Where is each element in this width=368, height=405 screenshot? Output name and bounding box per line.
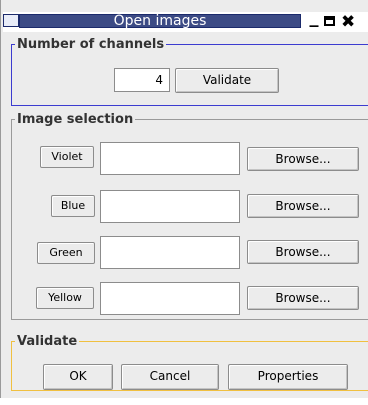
channel-label-yellow: Yellow bbox=[36, 287, 94, 309]
image-path-input-green[interactable] bbox=[100, 236, 240, 269]
image-path-input-yellow[interactable] bbox=[100, 282, 240, 315]
minimize-icon[interactable]: _ bbox=[307, 9, 321, 30]
channel-label-blue: Blue bbox=[51, 195, 95, 217]
browse-button-violet[interactable]: Browse... bbox=[247, 147, 359, 171]
ok-button[interactable]: OK bbox=[43, 364, 113, 390]
title-bar[interactable]: Open images _ ✖ bbox=[3, 9, 368, 32]
open-images-window: Open images _ ✖ Number of channels 4 Val… bbox=[0, 0, 368, 398]
image-selection-legend: Image selection bbox=[15, 112, 136, 128]
properties-button[interactable]: Properties bbox=[228, 364, 348, 390]
channels-count-input[interactable]: 4 bbox=[114, 68, 170, 92]
maximize-icon[interactable] bbox=[323, 12, 337, 30]
validate-legend: Validate bbox=[15, 334, 80, 350]
channels-count-value: 4 bbox=[155, 73, 163, 87]
channels-legend: Number of channels bbox=[15, 37, 167, 53]
channel-label-violet: Violet bbox=[40, 146, 94, 168]
close-icon[interactable]: ✖ bbox=[341, 12, 355, 32]
image-path-input-violet[interactable] bbox=[100, 142, 240, 175]
cancel-button[interactable]: Cancel bbox=[121, 364, 219, 390]
browse-button-yellow[interactable]: Browse... bbox=[247, 286, 359, 310]
image-path-input-blue[interactable] bbox=[100, 190, 240, 223]
browse-button-green[interactable]: Browse... bbox=[247, 240, 359, 264]
channel-label-green: Green bbox=[37, 242, 95, 264]
browse-button-blue[interactable]: Browse... bbox=[247, 194, 359, 218]
window-menu-icon[interactable] bbox=[3, 14, 19, 27]
validate-channels-button[interactable]: Validate bbox=[175, 68, 279, 93]
window-title: Open images bbox=[19, 14, 301, 28]
